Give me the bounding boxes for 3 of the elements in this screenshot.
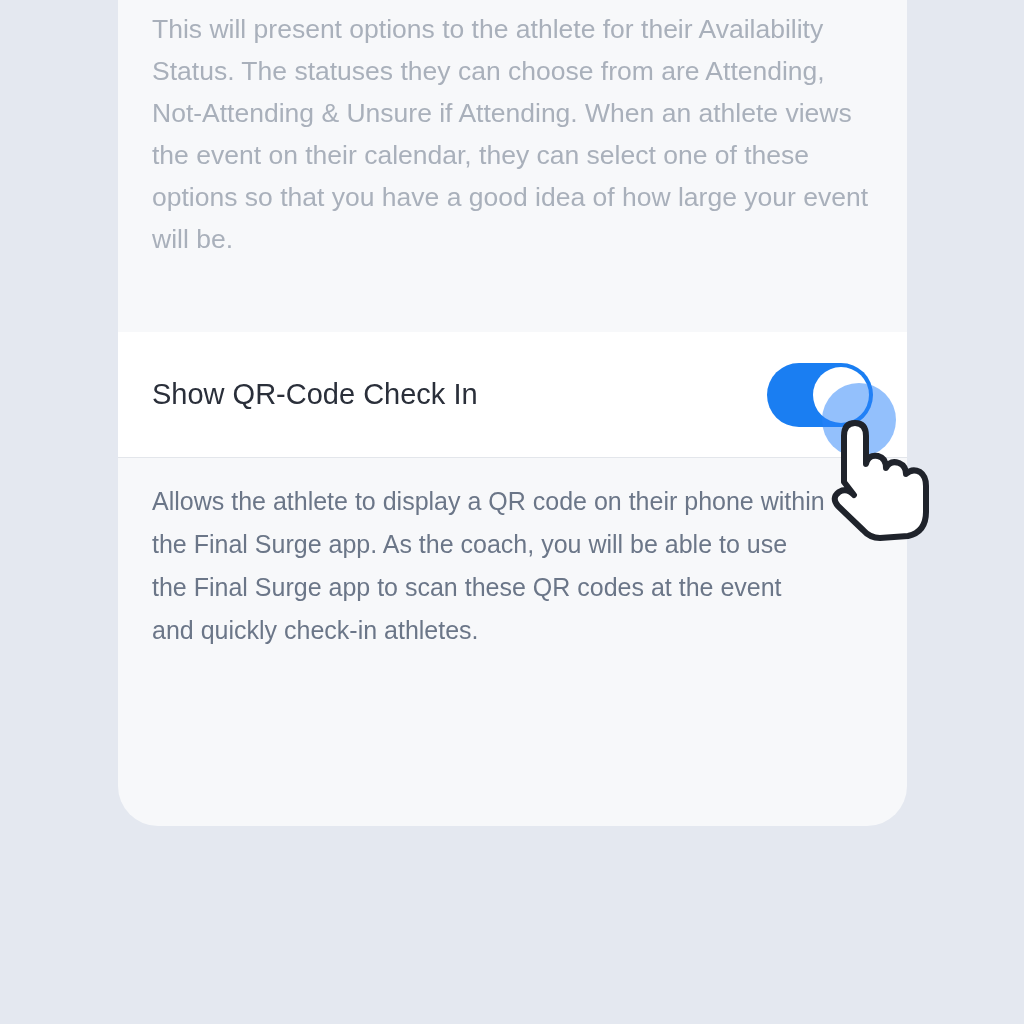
description-text: This will present options to the athlete for their Availability Status. The statuses they can choose from are Attending, Not-Attending & Unsure if Attending. When an athlete views the event on their calendar, they can select one of these options so that you have a good idea of how large your event will be. [152,13,869,256]
setting-label: Show QR-Code Check In [152,378,478,411]
description-text: Allows the athlete to display a QR code on their phone within the Final Surge app. As the coach, you will be able to use the Final Surge app to scan these QR codes at the event and quickly check-in athletes. [152,486,826,646]
